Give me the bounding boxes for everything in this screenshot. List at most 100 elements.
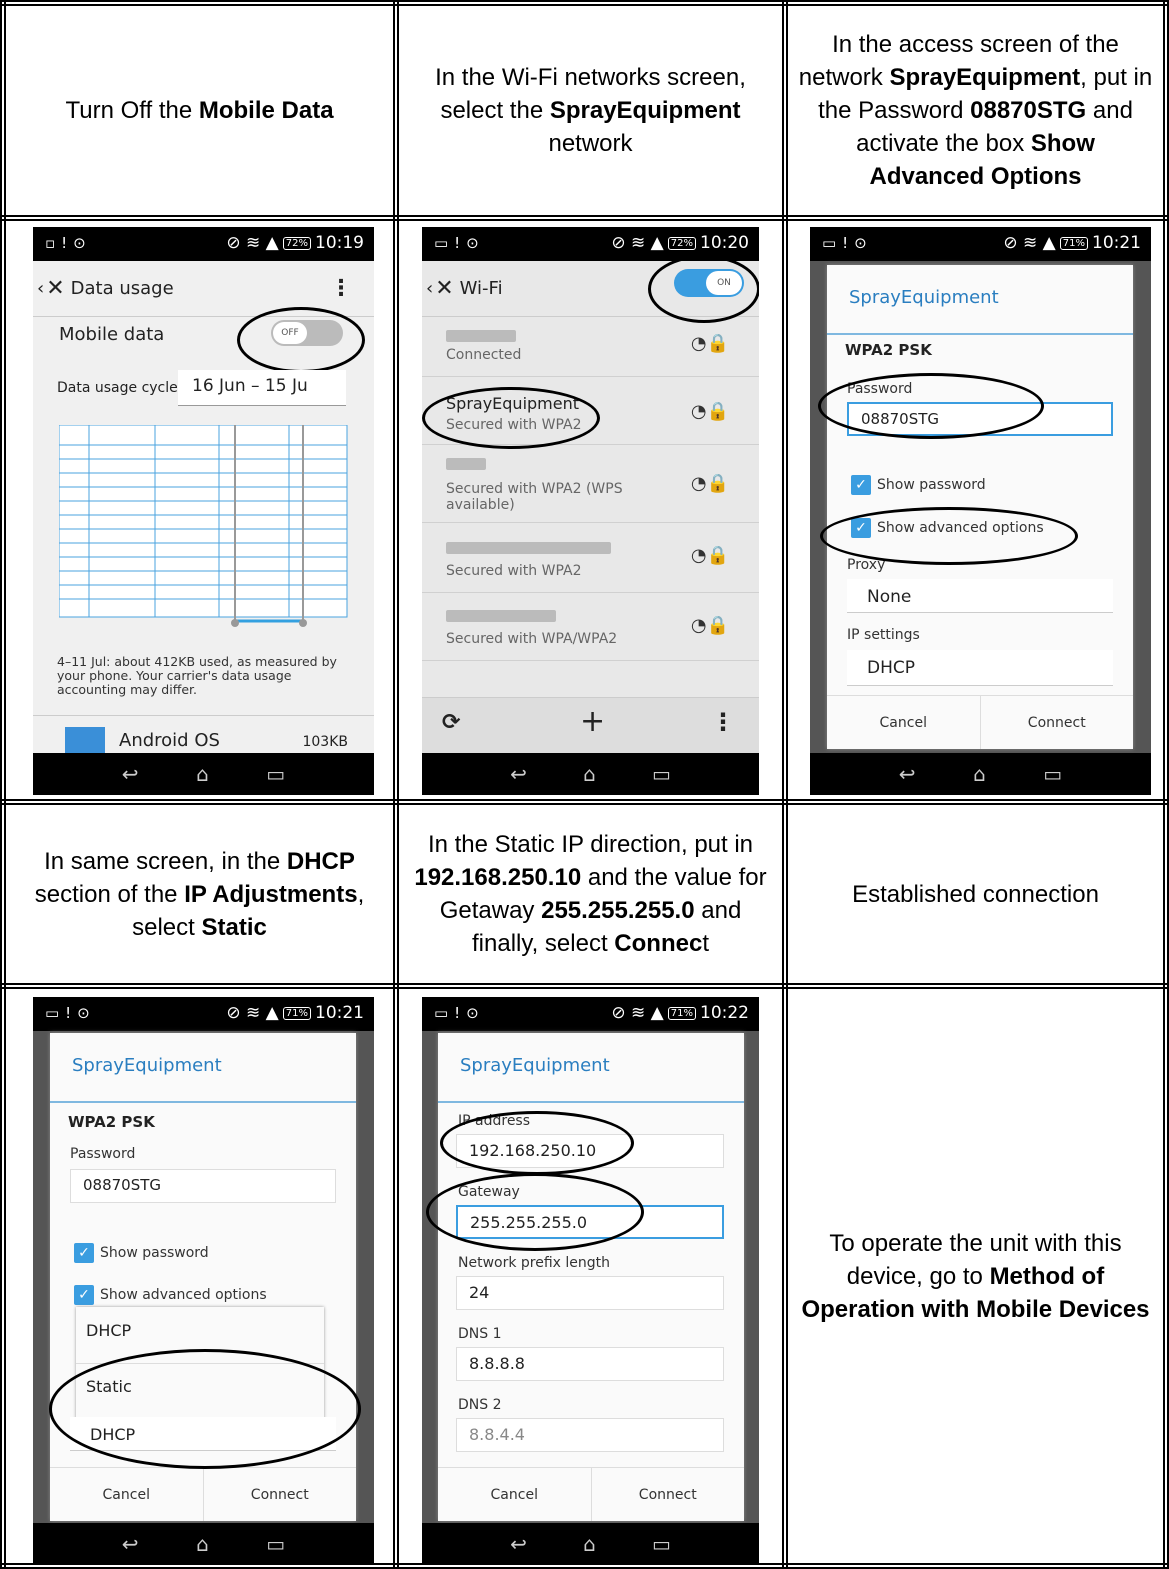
clock: 10:21 — [315, 1003, 364, 1023]
dialog-buttons: Cancel Connect — [50, 1467, 356, 1521]
signal-icons: ⊘ ≋ ▲ — [226, 1003, 279, 1023]
proxy-select[interactable]: None — [847, 579, 1113, 613]
show-password-checkbox[interactable]: ✓ Show password — [74, 1243, 209, 1263]
dns1-field[interactable]: 8.8.8.8 — [456, 1347, 724, 1381]
clock: 10:22 — [700, 1003, 749, 1023]
table-border — [393, 0, 399, 1569]
recents-nav-icon[interactable]: ▭ — [652, 762, 671, 786]
home-nav-icon[interactable]: ⌂ — [196, 762, 209, 786]
instruction-step-7: To operate the unit with this device, go… — [801, 1229, 1150, 1323]
back-nav-icon[interactable]: ↩ — [122, 1532, 139, 1556]
data-cycle-label: Data usage cycle — [57, 380, 178, 396]
clock: 10:19 — [315, 233, 364, 253]
network-item[interactable]: Secured with WPA2 (WPS available) ◔🔒 — [422, 445, 759, 523]
title-divider — [827, 333, 1133, 335]
blurred-network-name — [446, 610, 556, 622]
overflow-menu-icon[interactable]: ⋮ — [711, 708, 735, 736]
status-bar: ▭!⊙ ⊘ ≋ ▲ 71% 10:22 — [422, 997, 759, 1031]
bottom-action-bar: ⟳ + ⋮ — [422, 697, 759, 753]
phone-screenshot-ip-settings: ▭!⊙ ⊘ ≋ ▲ 71% 10:21 SprayEquipment WPA2 PS… — [33, 997, 374, 1565]
overflow-menu-icon[interactable]: ⋮ — [330, 276, 352, 301]
prefix-label: Network prefix length — [458, 1255, 611, 1271]
network-status: Secured with WPA/WPA2 — [446, 631, 618, 647]
show-advanced-checkbox[interactable]: ✓ Show advanced options — [74, 1285, 267, 1305]
ip-settings-select[interactable]: DHCP — [847, 650, 1113, 686]
notification-icons: ▫!⊙ — [45, 234, 92, 252]
phone-screenshot-static-ip: ▭!⊙ ⊘ ≋ ▲ 71% 10:22 SprayEquipment IP addr… — [422, 997, 759, 1565]
back-icon[interactable]: ‹ — [426, 278, 433, 299]
signal-icons: ⊘ ≋ ▲ — [226, 233, 279, 253]
network-item[interactable]: Secured with WPA/WPA2 ◔🔒 — [422, 593, 759, 661]
back-nav-icon[interactable]: ↩ — [122, 762, 139, 786]
show-password-checkbox[interactable]: ✓ Show password — [851, 475, 986, 495]
clock: 10:20 — [700, 233, 749, 253]
security-value: WPA2 PSK — [68, 1113, 155, 1131]
page-title: Wi-Fi — [459, 278, 503, 299]
back-nav-icon[interactable]: ↩ — [510, 1532, 527, 1556]
highlight-circle — [648, 255, 759, 323]
password-label: Password — [70, 1146, 136, 1162]
back-nav-icon[interactable]: ↩ — [899, 762, 916, 786]
cancel-button[interactable]: Cancel — [50, 1468, 203, 1521]
highlight-circle — [818, 373, 1044, 439]
blurred-network-name — [446, 330, 516, 342]
instruction-step-3: In the access screen of the network Spra… — [798, 31, 1153, 190]
phone-screenshot-password: ▭!⊙ ⊘ ≋ ▲ 71% 10:21 SprayEquipment WPA2 PS… — [810, 227, 1151, 795]
connect-button[interactable]: Connect — [202, 1468, 357, 1521]
check-icon: ✓ — [851, 475, 871, 495]
phone-screenshot-wifi: ▭!⊙ ⊘ ≋ ▲ 72% 10:20 ‹ ✕ Wi-Fi ON Connected … — [422, 227, 759, 795]
home-nav-icon[interactable]: ⌂ — [583, 762, 596, 786]
recents-nav-icon[interactable]: ▭ — [266, 1532, 285, 1556]
instruction-step-6: Established connection — [852, 880, 1099, 908]
prefix-field[interactable]: 24 — [456, 1276, 724, 1310]
highlight-circle — [49, 1349, 361, 1469]
home-nav-icon[interactable]: ⌂ — [196, 1532, 209, 1556]
highlight-circle — [237, 307, 365, 373]
recents-nav-icon[interactable]: ▭ — [266, 762, 285, 786]
check-icon: ✓ — [74, 1243, 94, 1263]
highlight-circle — [426, 1173, 644, 1251]
mobile-data-label: Mobile data — [59, 324, 165, 345]
add-network-icon[interactable]: + — [580, 704, 605, 739]
status-bar: ▫!⊙ ⊘ ≋ ▲ 72% 10:19 — [33, 227, 374, 261]
back-nav-icon[interactable]: ↩ — [510, 762, 527, 786]
home-nav-icon[interactable]: ⌂ — [973, 762, 986, 786]
password-field[interactable]: 08870STG — [70, 1169, 336, 1203]
cancel-button[interactable]: Cancel — [827, 696, 980, 749]
battery-indicator: 71% — [282, 1007, 311, 1020]
signal-icons: ⊘ ≋ ▲ — [611, 1003, 664, 1023]
data-cycle-select[interactable]: 16 Jun – 15 Ju — [178, 370, 346, 406]
option-dhcp[interactable]: DHCP — [86, 1321, 131, 1340]
wifi-lock-icon: ◔🔒 — [690, 473, 729, 494]
recents-nav-icon[interactable]: ▭ — [1043, 762, 1062, 786]
highlight-circle — [422, 387, 600, 449]
network-status: Secured with WPA2 — [446, 563, 582, 579]
dns1-label: DNS 1 — [458, 1326, 502, 1342]
usage-note: 4–11 Jul: about 412KB used, as measured … — [57, 654, 337, 697]
blurred-network-name — [446, 458, 486, 470]
connect-button[interactable]: Connect — [590, 1468, 745, 1521]
cancel-button[interactable]: Cancel — [438, 1468, 591, 1521]
wps-icon[interactable]: ⟳ — [442, 710, 460, 735]
instruction-step-1: Turn Off the Mobile Data — [65, 97, 334, 124]
app-usage: 103KB — [302, 734, 348, 750]
instruction-step-5: In the Static IP direction, put in 192.1… — [414, 831, 767, 957]
status-bar: ▭!⊙ ⊘ ≋ ▲ 71% 10:21 — [810, 227, 1151, 261]
back-icon[interactable]: ‹ — [37, 278, 44, 299]
notification-icons: ▭!⊙ — [434, 1004, 485, 1022]
page-title: Data usage — [70, 278, 174, 299]
wifi-lock-icon: ◔🔒 — [690, 333, 729, 354]
network-item[interactable]: Connected ◔🔒 — [422, 317, 759, 377]
status-bar: ▭!⊙ ⊘ ≋ ▲ 71% 10:21 — [33, 997, 374, 1031]
network-item[interactable]: Secured with WPA2 ◔🔒 — [422, 523, 759, 593]
table-border — [0, 0, 6, 1569]
home-nav-icon[interactable]: ⌂ — [583, 1532, 596, 1556]
settings-tools-icon: ✕ — [46, 276, 65, 301]
table-border — [1163, 0, 1169, 1569]
recents-nav-icon[interactable]: ▭ — [652, 1532, 671, 1556]
wifi-dialog: SprayEquipment IP address 192.168.250.10… — [438, 1033, 744, 1521]
dns2-field[interactable]: 8.8.4.4 — [456, 1418, 724, 1452]
wifi-lock-icon: ◔🔒 — [690, 545, 729, 566]
title-divider — [438, 1101, 744, 1103]
connect-button[interactable]: Connect — [979, 696, 1134, 749]
